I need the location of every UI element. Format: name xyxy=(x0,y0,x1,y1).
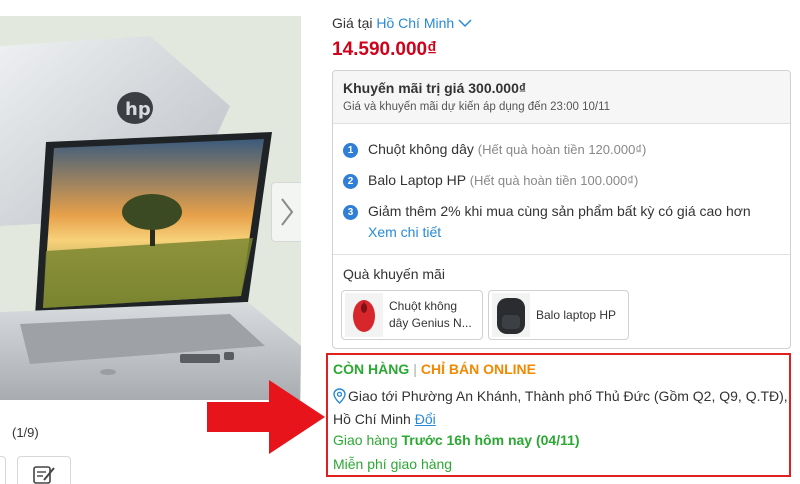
offer-number-badge: 3 xyxy=(343,205,358,220)
offer-text: Giảm thêm 2% khi mua cùng sản phẩm bất k… xyxy=(368,203,751,219)
gallery-next-button[interactable] xyxy=(271,182,301,242)
delivery-address: Giao tới Phường An Khánh, Thành phố Thủ … xyxy=(333,385,789,431)
location-pin-icon xyxy=(333,388,346,404)
offer-number-badge: 1 xyxy=(343,143,358,158)
offer-text: Chuột không dây xyxy=(368,141,474,157)
laptop-product-image: hp xyxy=(0,16,301,400)
city-name[interactable]: Hồ Chí Minh xyxy=(376,15,454,31)
divider xyxy=(333,254,790,255)
see-details-link[interactable]: Xem chi tiết xyxy=(368,224,441,240)
price-location: Giá tại Hồ Chí Minh xyxy=(332,15,472,31)
svg-text:hp: hp xyxy=(125,99,151,120)
price-location-label: Giá tại xyxy=(332,15,373,31)
promotion-box: Khuyến mãi trị giá 300.000₫ Giá và khuyế… xyxy=(332,70,791,349)
promotion-offer: 2 Balo Laptop HP (Hết quà hoàn tiền 100.… xyxy=(343,172,638,189)
gift-item-backpack[interactable]: Balo laptop HP xyxy=(488,290,629,340)
red-arrow-annotation xyxy=(207,380,325,454)
address-city: Hồ Chí Minh xyxy=(333,411,411,427)
stock-status-line: CÒN HÀNG | CHỈ BÁN ONLINE xyxy=(333,361,536,377)
edit-note-icon xyxy=(33,466,55,484)
wireless-mouse-image xyxy=(345,293,383,337)
delivery-time: Giao hàng Trước 16h hôm nay (04/11) xyxy=(333,432,580,448)
offer-number-badge: 2 xyxy=(343,174,358,189)
delivery-prefix: Giao hàng xyxy=(333,432,398,448)
delivery-time-value: Trước 16h hôm nay (04/11) xyxy=(401,432,580,448)
gallery-counter: (1/9) xyxy=(12,425,39,440)
promotion-note: Giá và khuyến mãi dự kiến áp dụng đến 23… xyxy=(343,101,611,113)
online-only-label: CHỈ BÁN ONLINE xyxy=(420,361,536,377)
chevron-down-icon[interactable] xyxy=(458,19,472,28)
gallery-thumbnail[interactable] xyxy=(0,456,6,484)
in-stock-label: CÒN HÀNG xyxy=(333,361,410,377)
offer-subtext: (Hết quà hoàn tiền 120.000₫) xyxy=(477,142,647,157)
address-text: Giao tới Phường An Khánh, Thành phố Thủ … xyxy=(348,388,788,404)
product-price: 14.590.000₫ xyxy=(332,39,437,60)
gift-label: Balo laptop HP xyxy=(536,307,617,322)
gift-label: Chuột không dây Genius N... xyxy=(389,299,472,330)
promotion-header: Khuyến mãi trị giá 300.000₫ Giá và khuyế… xyxy=(333,71,790,124)
product-image-gallery[interactable]: hp xyxy=(0,16,301,400)
promotion-offer: 1 Chuột không dây (Hết quà hoàn tiền 120… xyxy=(343,141,646,158)
chevron-right-icon xyxy=(280,198,293,226)
gallery-thumbnail-specs[interactable] xyxy=(17,456,71,484)
gifts-title: Quà khuyến mãi xyxy=(343,266,445,282)
separator: | xyxy=(413,361,417,377)
offer-text: Balo Laptop HP xyxy=(368,172,466,188)
gift-item-mouse[interactable]: Chuột không dây Genius N... xyxy=(341,290,483,340)
offer-subtext: (Hết quà hoàn tiền 100.000₫) xyxy=(469,173,639,188)
change-address-link[interactable]: Đổi xyxy=(415,411,436,427)
backpack-image xyxy=(492,293,530,337)
stock-delivery-box: CÒN HÀNG | CHỈ BÁN ONLINE Giao tới Phường … xyxy=(326,353,791,477)
city-selector[interactable]: Hồ Chí Minh xyxy=(376,15,472,31)
promotion-title: Khuyến mãi trị giá 300.000₫ xyxy=(343,80,527,96)
free-shipping-label: Miễn phí giao hàng xyxy=(333,456,453,472)
promotion-offer: 3 Giảm thêm 2% khi mua cùng sản phẩm bất… xyxy=(343,203,751,220)
